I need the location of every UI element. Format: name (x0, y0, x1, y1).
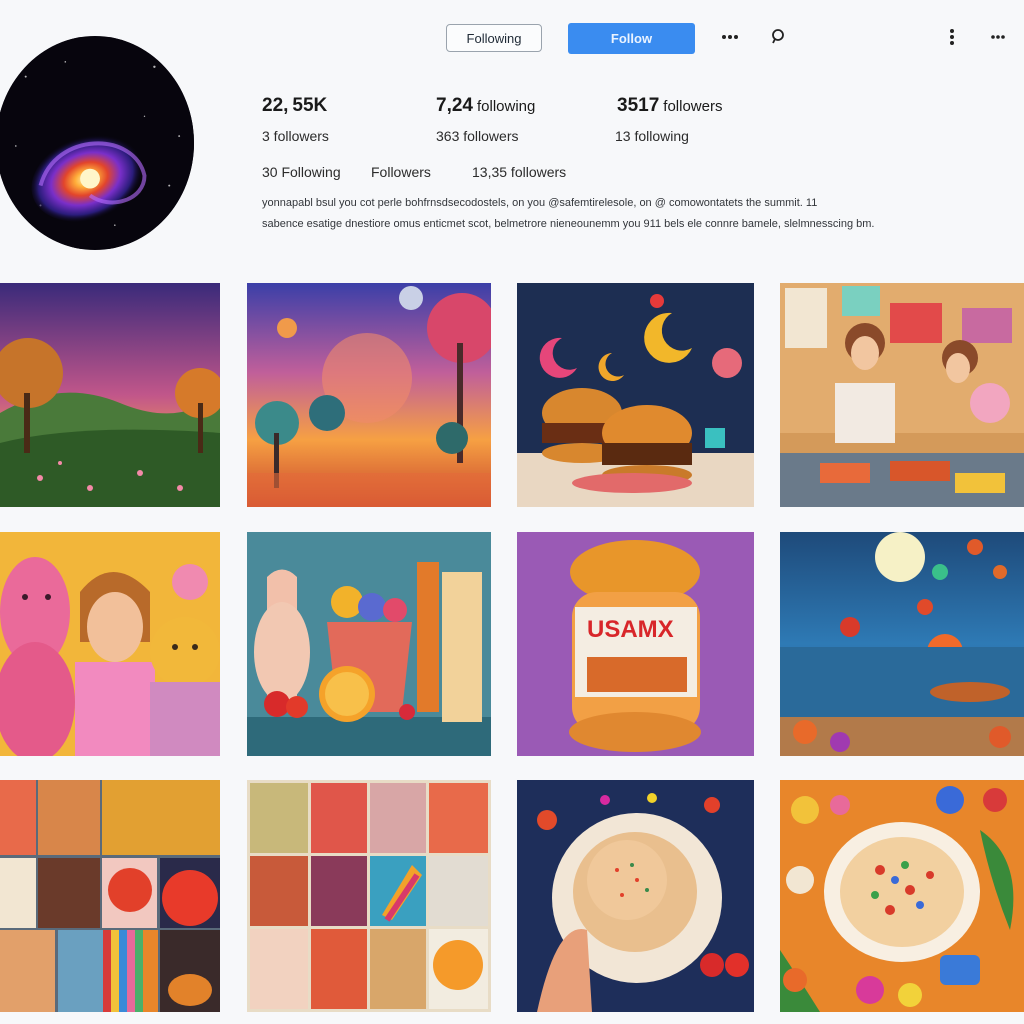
stat-followers[interactable]: 3517 followers (617, 95, 722, 117)
stat-following-link[interactable]: 30 Following (262, 164, 341, 180)
stat-value: 3517 (617, 95, 660, 116)
stat-sub-followers[interactable]: 363 followers (436, 128, 519, 144)
stat-label: following (476, 98, 536, 115)
more-horizontal-icon[interactable] (986, 24, 1010, 50)
post-art-collage[interactable] (0, 780, 220, 1012)
more-horizontal-icon[interactable] (718, 24, 742, 50)
stat-posts[interactable]: 22, 55K (262, 95, 331, 117)
post-colorful-pie[interactable] (780, 780, 1024, 1012)
stat-value: 22, (262, 95, 289, 116)
post-women-dinner[interactable] (780, 283, 1024, 507)
stat-label: 55K (292, 95, 328, 116)
post-spread-jar[interactable]: USAMX (517, 532, 754, 756)
post-poster-grid[interactable] (247, 780, 491, 1012)
stat-followers-count[interactable]: 13,35 followers (472, 164, 566, 180)
profile-actions: Following Follow (0, 0, 1024, 70)
stat-sub-followers[interactable]: 3 followers (262, 128, 329, 144)
following-button[interactable]: Following (446, 24, 542, 52)
bio-line: sabence esatige dnestiore omus enticmet … (262, 218, 875, 230)
stat-sub-following[interactable]: 13 following (615, 128, 689, 144)
stat-following[interactable]: 7,24 following (436, 95, 535, 117)
follow-button[interactable]: Follow (568, 23, 695, 54)
more-vertical-icon[interactable] (940, 24, 964, 50)
bio-line: yonnapabl bsul you cot perle bohfrnsdsec… (262, 197, 818, 209)
post-sunset-meadow[interactable] (0, 283, 220, 507)
stat-value: 7,24 (436, 95, 473, 116)
post-ocean-sun[interactable] (780, 532, 1024, 756)
profile-bio: yonnapabl bsul you cot perle bohfrnsdsec… (262, 193, 1014, 235)
post-latte-cup[interactable] (517, 780, 754, 1012)
svg-text:USAMX: USAMX (587, 616, 674, 643)
post-fantasy-sunset[interactable] (247, 283, 491, 507)
stat-label: followers (663, 98, 723, 115)
post-still-life[interactable] (247, 532, 491, 756)
stat-followers-link[interactable]: Followers (371, 164, 431, 180)
post-burgers-moons[interactable] (517, 283, 754, 507)
search-icon[interactable] (766, 24, 790, 50)
post-pink-figures[interactable] (0, 532, 220, 756)
